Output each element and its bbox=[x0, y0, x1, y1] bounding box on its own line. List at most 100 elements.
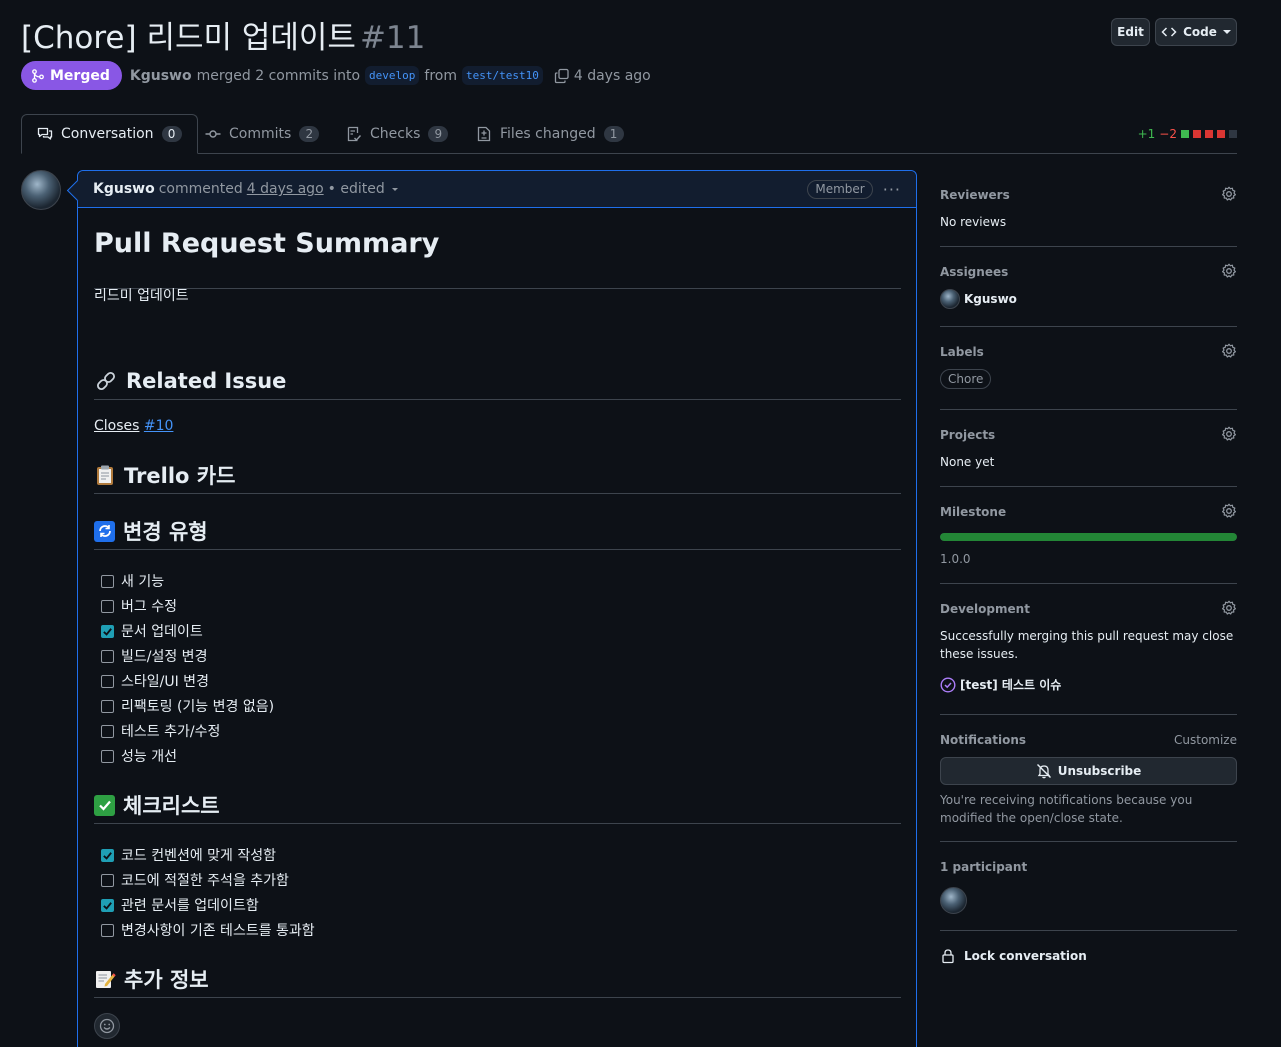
label-chore[interactable]: Chore bbox=[940, 369, 992, 389]
task-label: 코드 컨벤션에 맞게 작성함 bbox=[121, 848, 277, 864]
triangle-down-icon bbox=[1222, 30, 1231, 34]
task-label: 스타일/UI 변경 bbox=[121, 674, 209, 690]
labels-title[interactable]: Labels bbox=[940, 345, 984, 359]
summary-text: 리드미 업데이트 bbox=[94, 288, 189, 304]
tab-checks[interactable]: Checks 9 bbox=[346, 114, 449, 154]
task-label: 빌드/설정 변경 bbox=[121, 649, 208, 665]
tab-counter: 0 bbox=[161, 126, 182, 142]
head-branch[interactable]: test/test10 bbox=[462, 66, 543, 85]
checkbox[interactable] bbox=[101, 923, 114, 937]
comment-author[interactable]: Kguswo bbox=[93, 181, 155, 197]
avatar[interactable] bbox=[21, 170, 61, 210]
tab-commits[interactable]: Commits 2 bbox=[205, 114, 320, 154]
diffstat-box bbox=[1181, 130, 1189, 138]
diffstat-box bbox=[1217, 130, 1225, 138]
checkbox[interactable] bbox=[101, 699, 114, 713]
copy-icon[interactable] bbox=[554, 68, 570, 84]
checkbox-checked[interactable] bbox=[101, 624, 114, 638]
heading-text: 체크리스트 bbox=[123, 794, 220, 818]
development-title[interactable]: Development bbox=[940, 602, 1030, 616]
heading-text: 변경 유형 bbox=[123, 520, 208, 544]
checkbox[interactable] bbox=[101, 674, 114, 688]
reviewers-title[interactable]: Reviewers bbox=[940, 188, 1010, 202]
checkbox[interactable] bbox=[101, 749, 114, 763]
gear-icon[interactable] bbox=[1221, 600, 1237, 616]
memo-icon bbox=[96, 971, 116, 988]
additions-count: +1 bbox=[1137, 127, 1156, 141]
task-item: 테스트 추가/수정 bbox=[101, 721, 220, 741]
gear-icon[interactable] bbox=[1221, 503, 1237, 519]
refresh-icon bbox=[94, 520, 115, 542]
checkbox[interactable] bbox=[101, 574, 114, 588]
task-label: 리팩토링 (기능 변경 없음) bbox=[121, 699, 275, 715]
task-item: 성능 개선 bbox=[101, 746, 177, 766]
bell-slash-icon bbox=[1036, 764, 1051, 779]
comment-time[interactable]: 4 days ago bbox=[247, 181, 324, 197]
tab-counter: 9 bbox=[428, 126, 449, 142]
gear-icon[interactable] bbox=[1221, 426, 1237, 442]
checkbox-checked[interactable] bbox=[101, 848, 114, 862]
notifications-section: Notifications Customize Unsubscribe You'… bbox=[940, 733, 1237, 842]
assignee-name[interactable]: Kguswo bbox=[964, 292, 1017, 306]
pr-meta: Merged Kguswo merged 2 commits into deve… bbox=[21, 61, 651, 90]
reviewers-value: No reviews bbox=[940, 215, 1007, 229]
tab-conversation[interactable]: Conversation 0 bbox=[21, 114, 198, 154]
checkbox[interactable] bbox=[101, 599, 114, 613]
tab-files-changed[interactable]: Files changed 1 bbox=[476, 114, 624, 154]
lock-icon bbox=[942, 949, 954, 964]
closes-text: Closes bbox=[94, 418, 140, 434]
pr-tabs: Conversation 0 Commits 2 Checks 9 Files … bbox=[21, 114, 1237, 154]
task-label: 문서 업데이트 bbox=[121, 624, 203, 640]
task-item: 스타일/UI 변경 bbox=[101, 671, 209, 691]
status-badge: Merged bbox=[21, 61, 122, 90]
linked-issue[interactable]: [test] 테스트 이슈 bbox=[940, 676, 1061, 693]
deletions-count: −2 bbox=[1159, 127, 1177, 141]
code-button[interactable]: Code bbox=[1155, 18, 1237, 46]
task-item: 관련 문서를 업데이트함 bbox=[101, 895, 259, 915]
status-label: Merged bbox=[50, 67, 110, 84]
closes-line: Closes #10 bbox=[94, 418, 173, 434]
checkbox[interactable] bbox=[101, 873, 114, 887]
tab-label: Commits bbox=[229, 126, 292, 142]
triangle-down-icon[interactable] bbox=[387, 181, 403, 197]
task-item: 버그 수정 bbox=[101, 596, 177, 616]
tab-label: Conversation bbox=[61, 126, 154, 142]
participant-avatar[interactable] bbox=[940, 887, 967, 914]
comment-action: commented bbox=[158, 181, 243, 197]
lock-conversation-link[interactable]: Lock conversation bbox=[940, 948, 1087, 964]
kebab-menu-icon[interactable]: ··· bbox=[883, 180, 901, 199]
gear-icon[interactable] bbox=[1221, 263, 1237, 279]
pr-description-comment: Kguswo commented 4 days ago • edited Mem… bbox=[77, 170, 917, 1047]
milestone-section: Milestone 1.0.0 bbox=[940, 503, 1237, 584]
gear-icon[interactable] bbox=[1221, 186, 1237, 202]
check-mark-icon bbox=[94, 794, 115, 816]
unsubscribe-button[interactable]: Unsubscribe bbox=[940, 757, 1237, 785]
merge-text: merged 2 commits into bbox=[196, 67, 361, 84]
comment-edited[interactable]: • edited bbox=[328, 181, 385, 197]
issue-link[interactable]: #10 bbox=[144, 418, 174, 434]
checkbox[interactable] bbox=[101, 649, 114, 663]
edit-button[interactable]: Edit bbox=[1111, 18, 1150, 46]
author-link[interactable]: Kguswo bbox=[130, 68, 192, 84]
task-label: 새 기능 bbox=[121, 574, 165, 590]
issue-closed-icon bbox=[940, 676, 956, 693]
gear-icon[interactable] bbox=[1221, 343, 1237, 359]
assignees-title[interactable]: Assignees bbox=[940, 265, 1008, 279]
projects-title[interactable]: Projects bbox=[940, 428, 995, 442]
milestone-value[interactable]: 1.0.0 bbox=[940, 552, 971, 566]
milestone-title[interactable]: Milestone bbox=[940, 505, 1006, 519]
task-item: 변경사항이 기존 테스트를 통과함 bbox=[101, 920, 315, 940]
add-reaction-button[interactable] bbox=[94, 1013, 120, 1039]
checkbox-checked[interactable] bbox=[101, 898, 114, 912]
assignee-avatar[interactable] bbox=[940, 289, 960, 309]
base-branch[interactable]: develop bbox=[365, 66, 420, 85]
from-text: from bbox=[424, 67, 457, 84]
assignees-section: Assignees Kguswo bbox=[940, 263, 1237, 327]
task-label: 관련 문서를 업데이트함 bbox=[121, 898, 259, 914]
customize-link[interactable]: Customize bbox=[1174, 733, 1237, 747]
tab-counter: 2 bbox=[299, 126, 320, 142]
code-icon bbox=[1161, 27, 1177, 37]
task-item: 코드 컨벤션에 맞게 작성함 bbox=[101, 845, 276, 865]
checkbox[interactable] bbox=[101, 724, 114, 738]
linked-issue-title[interactable]: [test] 테스트 이슈 bbox=[960, 676, 1061, 693]
